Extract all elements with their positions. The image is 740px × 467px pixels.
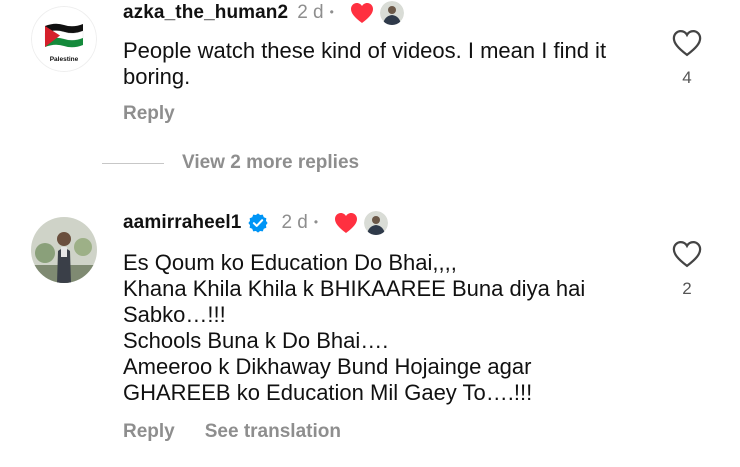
view-more-replies-label[interactable]: View 2 more replies <box>182 152 359 174</box>
verified-badge-icon <box>248 213 269 233</box>
timestamp: 2 d <box>281 212 308 233</box>
like-column: 4 <box>665 29 709 88</box>
username[interactable]: azka_the_human2 <box>123 2 288 24</box>
palestine-flag-avatar-icon: Palestine <box>31 6 97 72</box>
avatar[interactable]: Palestine <box>31 6 97 72</box>
comment-text: People watch these kind of videos. I mea… <box>123 38 607 89</box>
timestamp: 2 d <box>297 2 324 23</box>
creator-liked-heart-icon <box>350 3 373 23</box>
like-count: 4 <box>682 68 692 87</box>
avatar[interactable] <box>31 217 97 283</box>
divider-line <box>102 162 164 164</box>
reply-button[interactable]: Reply <box>123 421 175 443</box>
comment-meta: azka_the_human2 2 d • <box>123 0 404 26</box>
avatar-label: Palestine <box>50 56 79 63</box>
see-translation-button[interactable]: See translation <box>205 421 341 443</box>
comment-meta: aamirraheel1 2 d • <box>123 210 389 236</box>
creator-mini-avatar <box>364 211 389 235</box>
like-column: 2 <box>665 240 709 299</box>
like-count: 2 <box>682 279 692 298</box>
comment-actions: Reply See translation <box>123 421 341 443</box>
creator-mini-avatar <box>379 1 404 25</box>
creator-liked-heart-icon <box>335 213 358 233</box>
comment-actions: Reply <box>123 103 175 125</box>
view-more-replies[interactable]: View 2 more replies <box>102 152 359 174</box>
separator-dot: • <box>313 215 319 229</box>
comment-text: Es Qoum ko Education Do Bhai,,,, Khana K… <box>123 250 586 405</box>
heart-outline-icon[interactable] <box>672 29 702 57</box>
profile-photo-icon <box>31 217 97 283</box>
reply-button[interactable]: Reply <box>123 103 175 125</box>
username[interactable]: aamirraheel1 <box>123 212 241 234</box>
heart-outline-icon[interactable] <box>672 240 702 268</box>
separator-dot: • <box>329 5 334 19</box>
